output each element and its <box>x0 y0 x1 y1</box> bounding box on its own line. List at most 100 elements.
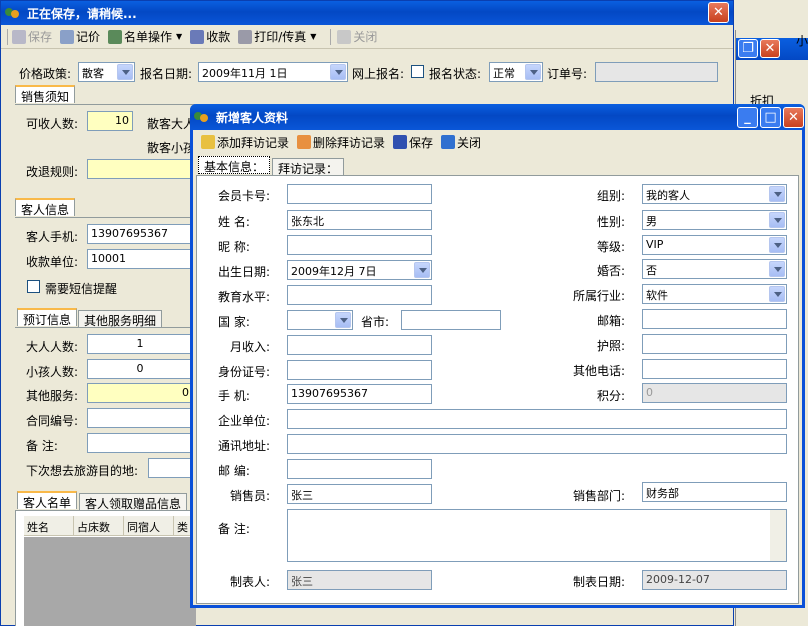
col-beds[interactable]: 占床数 <box>74 516 124 535</box>
reg-date-picker[interactable]: 2009年11月 1日 <box>198 62 348 82</box>
level-select[interactable]: VIP <box>642 235 787 255</box>
card-input[interactable] <box>287 184 432 204</box>
maximize-button[interactable]: □ <box>760 107 781 128</box>
online-checkbox[interactable] <box>411 65 424 78</box>
tab-basic-info[interactable]: 基本信息： <box>198 156 271 174</box>
chevron-down-icon[interactable] <box>769 212 785 228</box>
zip-label: 邮 编: <box>218 464 250 478</box>
name-input[interactable]: 张东北 <box>287 210 432 230</box>
seller-input[interactable]: 张三 <box>287 484 432 504</box>
dropdown-arrow-icon: ▼ <box>310 32 317 41</box>
delete-visit-button[interactable]: 删除拜访记录 <box>297 134 385 151</box>
children-input[interactable]: 0 <box>87 359 193 379</box>
email-input[interactable] <box>642 309 787 329</box>
dept-input[interactable]: 财务部 <box>642 482 787 502</box>
income-input[interactable] <box>287 335 432 355</box>
country-select[interactable] <box>287 310 353 330</box>
order-input[interactable] <box>595 62 718 82</box>
education-label: 教育水平: <box>218 290 271 304</box>
address-label: 通讯地址: <box>218 439 271 453</box>
marital-select[interactable]: 否 <box>642 259 787 279</box>
seller-label: 销售员: <box>230 489 271 503</box>
grid-header: 姓名 占床数 同宿人 类 <box>24 516 196 536</box>
province-input[interactable] <box>401 310 501 330</box>
tab-other-services[interactable]: 其他服务明细 <box>78 310 163 328</box>
tab-guest-info[interactable]: 客人信息 <box>15 198 76 217</box>
chevron-down-icon[interactable] <box>330 64 346 80</box>
chevron-down-icon[interactable] <box>117 64 133 80</box>
main-titlebar[interactable]: 正在保存，请稍候... <box>1 1 733 25</box>
add-visit-button[interactable]: 添加拜访记录 <box>201 134 289 151</box>
chevron-down-icon[interactable] <box>769 186 785 202</box>
delete-icon <box>297 135 312 149</box>
remark-input[interactable] <box>87 433 193 453</box>
industry-select[interactable]: 软件 <box>642 284 787 304</box>
receipt-button[interactable]: 收款 <box>190 28 230 45</box>
other-services-input[interactable]: 0 <box>87 383 193 403</box>
main-close-button[interactable]: ✕ <box>708 2 729 23</box>
address-input[interactable] <box>287 434 787 454</box>
chevron-down-icon[interactable] <box>414 262 430 278</box>
other-phone-input[interactable] <box>642 359 787 379</box>
receivable-input[interactable]: 10 <box>87 111 133 131</box>
tab-visit-records[interactable]: 拜访记录： <box>272 158 345 176</box>
chevron-down-icon[interactable] <box>769 237 785 253</box>
chevron-down-icon[interactable] <box>335 312 351 328</box>
chevron-down-icon[interactable] <box>525 64 541 80</box>
tab-booking-info[interactable]: 预订信息 <box>17 308 78 327</box>
tab-guest-list[interactable]: 客人名单 <box>17 491 78 510</box>
gender-select[interactable]: 男 <box>642 210 787 230</box>
save-button[interactable]: 保存 <box>12 28 52 45</box>
id-number-input[interactable] <box>287 360 432 380</box>
col-roommate[interactable]: 同宿人 <box>124 516 174 535</box>
name-ops-button[interactable]: 名单操作 ▼ <box>108 28 182 45</box>
new-guest-dialog: 新增客人资料 _ □ ✕ 添加拜访记录 删除拜访记录 保存 关闭 基本信息： 拜… <box>190 104 805 608</box>
tab-gift-info[interactable]: 客人领取赠品信息 <box>79 493 188 511</box>
price-policy-select[interactable]: 散客 <box>78 62 135 82</box>
basic-info-panel: 会员卡号: 姓 名: 张东北 昵 称: 出生日期: 2009年12月 7日 教育… <box>196 175 799 604</box>
close-icon <box>337 29 352 44</box>
passport-input[interactable] <box>642 334 787 354</box>
dialog-close-button[interactable]: ✕ <box>783 107 804 128</box>
chevron-down-icon[interactable] <box>769 286 785 302</box>
phone-input[interactable]: 13907695367 <box>287 384 432 404</box>
print-fax-button[interactable]: 打印/传真 ▼ <box>238 28 316 45</box>
sms-checkbox[interactable] <box>27 280 40 293</box>
main-toolbar: 保存 记价 名单操作 ▼ 收款 打印/传真 ▼ 关闭 <box>1 25 733 49</box>
dialog-save-button[interactable]: 保存 <box>393 134 433 151</box>
tab-sales-notice[interactable]: 销售须知 <box>15 85 76 104</box>
price-button[interactable]: 记价 <box>60 28 100 45</box>
dept-label: 销售部门: <box>573 489 626 503</box>
next-destination-input[interactable] <box>148 458 193 478</box>
group-select[interactable]: 我的客人 <box>642 184 787 204</box>
dialog-titlebar[interactable]: 新增客人资料 <box>190 104 805 130</box>
col-name[interactable]: 姓名 <box>24 516 74 535</box>
status-select[interactable]: 正常 <box>489 62 543 82</box>
name-label: 姓 名: <box>218 215 250 229</box>
refund-input[interactable] <box>87 159 193 179</box>
mobile-input[interactable]: 13907695367 <box>87 224 193 244</box>
points-label: 积分: <box>597 389 626 403</box>
dialog-close-tool-button[interactable]: 关闭 <box>441 134 481 151</box>
reg-date-label: 报名日期: <box>140 67 193 81</box>
contract-input[interactable] <box>87 408 193 428</box>
company-label: 企业单位: <box>218 414 271 428</box>
main-close-tool-button[interactable]: 关闭 <box>337 28 377 45</box>
note-label: 备 注: <box>218 522 250 536</box>
restore-icon[interactable]: ❐ <box>738 39 758 58</box>
company-input[interactable] <box>287 409 787 429</box>
adults-input[interactable]: 1 <box>87 334 193 354</box>
unit-input[interactable]: 10001 <box>87 249 193 269</box>
zip-input[interactable] <box>287 459 432 479</box>
note-textarea[interactable] <box>287 509 787 562</box>
mobile-label: 客人手机: <box>26 230 79 244</box>
close-icon[interactable]: ✕ <box>760 39 780 58</box>
minimize-button[interactable]: _ <box>737 107 758 128</box>
toolbar-separator <box>330 28 332 45</box>
chevron-down-icon[interactable] <box>769 261 785 277</box>
education-input[interactable] <box>287 285 432 305</box>
birth-date-picker[interactable]: 2009年12月 7日 <box>287 260 432 280</box>
nickname-input[interactable] <box>287 235 432 255</box>
other-services-label: 其他服务: <box>26 389 79 403</box>
note-scrollbar[interactable] <box>770 510 786 561</box>
